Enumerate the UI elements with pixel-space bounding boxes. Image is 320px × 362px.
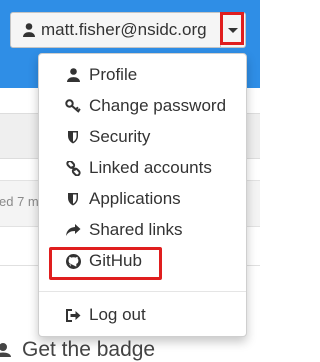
share-icon	[64, 221, 82, 239]
menu-item-label: Change password	[89, 96, 227, 115]
menu-item-log-out[interactable]: Log out	[39, 301, 246, 329]
menu-item-label: GitHub	[89, 251, 142, 270]
user-menu-toggle[interactable]	[221, 12, 246, 48]
section-heading-label: Get the badge	[22, 338, 156, 361]
shield-icon	[64, 190, 82, 208]
link-icon	[64, 159, 82, 177]
menu-item-label: Shared links	[89, 220, 183, 239]
menu-item-change-password[interactable]: Change password	[39, 92, 246, 120]
menu-divider	[39, 291, 246, 292]
user-icon	[64, 66, 82, 84]
updated-text: ed 7 m	[0, 194, 39, 209]
github-icon	[64, 252, 82, 270]
shield-icon	[64, 128, 82, 146]
menu-item-label: Log out	[89, 305, 146, 324]
user-dropdown-menu: Profile Change password Security Linked …	[38, 53, 247, 337]
user-email: matt.fisher@nsidc.org	[41, 20, 207, 39]
user-icon	[0, 343, 11, 358]
menu-item-shared-links[interactable]: Shared links	[39, 216, 246, 244]
menu-item-label: Security	[89, 127, 151, 146]
menu-item-label: Linked accounts	[89, 158, 212, 177]
menu-item-profile[interactable]: Profile	[39, 61, 246, 89]
section-heading: Get the badge	[0, 338, 155, 362]
menu-item-applications[interactable]: Applications	[39, 185, 246, 213]
menu-item-label: Profile	[89, 65, 138, 84]
user-menu-button[interactable]: matt.fisher@nsidc.org	[10, 12, 221, 48]
menu-item-security[interactable]: Security	[39, 123, 246, 151]
menu-item-label: Applications	[89, 189, 181, 208]
menu-item-linked-accounts[interactable]: Linked accounts	[39, 154, 246, 182]
caret-down-icon	[228, 27, 238, 33]
user-icon	[23, 23, 35, 37]
menu-item-github[interactable]: GitHub	[39, 247, 246, 275]
key-icon	[64, 97, 82, 115]
sign-out-icon	[64, 306, 82, 324]
